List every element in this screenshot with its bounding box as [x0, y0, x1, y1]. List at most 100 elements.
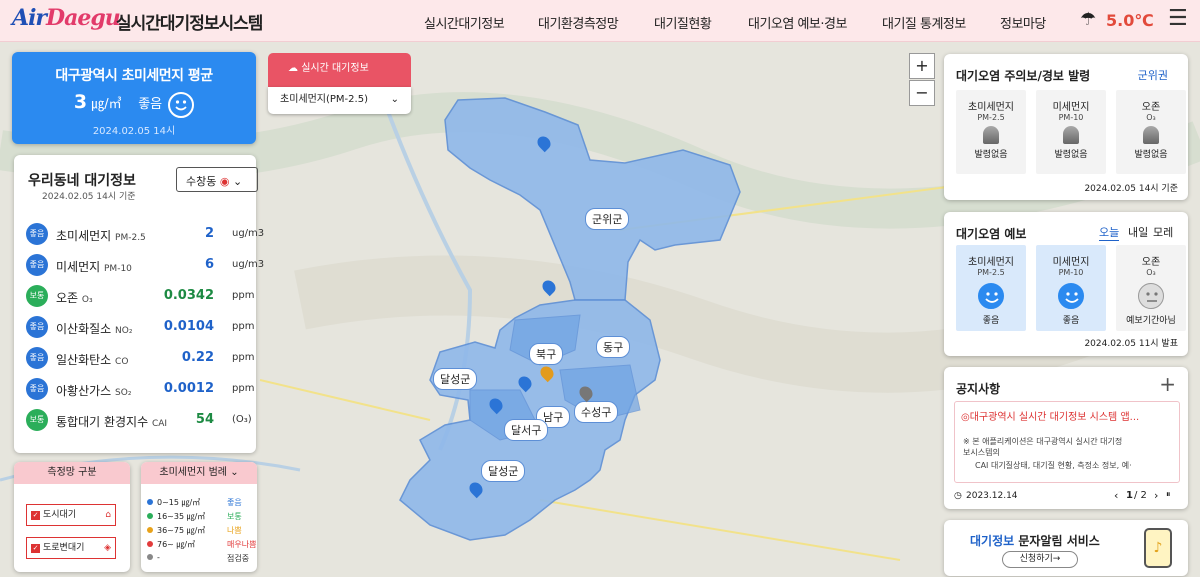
nav-realtime[interactable]: 실시간대기정보 — [424, 13, 505, 32]
legend-dot-icon — [147, 554, 153, 560]
airdaegu-logo[interactable]: AirDaegu — [12, 5, 121, 31]
forecast-card[interactable]: 오존 O₃ 예보기간아님 — [1116, 245, 1186, 331]
subscribe-button[interactable]: 신청하기→ — [1002, 551, 1078, 568]
chevron-down-icon: ⌄ — [230, 467, 239, 478]
alert-title: 대기오염 주의보/경보 발령 — [956, 69, 1091, 83]
network-title: 측정망 구분 — [14, 462, 130, 484]
legend-item: 16~35 ㎍/㎥ 보통 — [147, 511, 242, 522]
notice-date: 2023.12.14 — [966, 491, 1018, 501]
alert-card[interactable]: 미세먼지 PM-10 발령없음 — [1036, 90, 1106, 174]
sms-title: 문자알림 서비스 — [1014, 534, 1100, 548]
legend-item: 36~75 ㎍/㎥ 나쁨 — [147, 525, 242, 536]
sms-panel: 대기정보 문자알림 서비스 신청하기→ ♪ — [944, 520, 1188, 576]
legend-panel: 초미세먼지 범례 ⌄ 0~15 ㎍/㎥ 좋음 16~35 ㎍/㎥ 보통 36~75 ㎍/… — [141, 462, 257, 572]
tab-today[interactable]: 오늘 — [1099, 224, 1120, 241]
add-icon[interactable]: + — [1159, 372, 1176, 396]
district-label[interactable]: 동구 — [596, 336, 631, 358]
chevron-down-icon: ⌄ — [390, 94, 399, 105]
notice-title: 공지사항 — [956, 382, 1001, 396]
hamburger-menu-icon[interactable]: ☰ — [1168, 6, 1188, 31]
city-average-title: 대구광역시 초미세먼지 평균 — [55, 68, 213, 84]
pollutant-value: 0.22 — [181, 350, 214, 365]
district-label[interactable]: 달서구 — [504, 419, 549, 441]
district-label[interactable]: 북구 — [529, 343, 564, 365]
legend-dot-icon — [147, 499, 153, 505]
pollutant-select-value: 초미세먼지(PM-2.5) — [280, 94, 368, 105]
notice-panel: 공지사항 + ◎대구광역시 실시간 대기정보 시스템 앱... ※ 본 애플리케… — [944, 367, 1188, 509]
notice-body: CAI 대기질상태, 대기질 현황, 측정소 정보, 예· — [975, 461, 1132, 470]
dong-select-value: 수창동 — [186, 175, 217, 188]
legend-title[interactable]: 초미세먼지 범례 ⌄ — [141, 462, 257, 484]
legend-dot-icon — [147, 527, 153, 533]
pause-icon[interactable]: ⏸ — [1166, 490, 1171, 500]
cloud-icon: ☁ — [288, 63, 302, 74]
pollutant-row: 보통 통합대기 환경지수 CAI 54 (O₃) — [26, 409, 252, 433]
pollutant-value: 2 — [204, 226, 214, 241]
alert-region[interactable]: 군위권 — [1138, 67, 1168, 83]
tab-day-after[interactable]: 모레 — [1153, 224, 1173, 240]
notice-item[interactable]: ◎대구광역시 실시간 대기정보 시스템 앱... ※ 본 애플리케이션은 대구광… — [954, 401, 1180, 483]
pollutant-name: 오존 O₃ — [56, 291, 93, 305]
location-pin-icon: ◉ — [219, 175, 230, 188]
pollutant-unit: ppm — [232, 383, 255, 394]
city-average-date: 2024.02.05 14시 — [92, 125, 176, 137]
nav-info[interactable]: 정보마당 — [1000, 13, 1046, 32]
next-page-icon[interactable]: › — [1154, 489, 1158, 502]
pollutant-select[interactable]: 초미세먼지(PM-2.5) ⌄ — [268, 87, 411, 114]
legend-dot-icon — [147, 541, 153, 547]
phone-bell-icon: ♪ — [1144, 528, 1172, 568]
alert-card[interactable]: 오존 O₃ 발령없음 — [1116, 90, 1186, 174]
pollutant-name: 아황산가스 SO₂ — [56, 384, 132, 398]
notice-body: 보시스템의 — [963, 448, 1000, 457]
nav-air-quality[interactable]: 대기질현황 — [654, 13, 712, 32]
dong-select[interactable]: 수창동 ◉ ⌄ — [176, 167, 258, 192]
district-label[interactable]: 군위군 — [585, 208, 630, 230]
pollutant-value: 6 — [204, 257, 214, 272]
zoom-in-button[interactable]: + — [909, 53, 935, 79]
pollutant-name: 초미세먼지 PM-2.5 — [56, 229, 146, 243]
realtime-title: 실시간 대기정보 — [301, 63, 369, 74]
district-label[interactable]: 달성군 — [433, 368, 478, 390]
site-title[interactable]: 실시간대기정보시스템 — [116, 9, 263, 34]
siren-icon — [1063, 126, 1079, 144]
page-current: 1 — [1126, 490, 1133, 501]
nav-statistics[interactable]: 대기질 통계정보 — [882, 13, 966, 32]
pollutant-unit: ppm — [232, 352, 255, 363]
city-average-status: 좋음 — [138, 97, 163, 112]
pollutant-unit: ug/m3 — [232, 259, 265, 270]
city-average-value: 3 — [73, 91, 88, 113]
nav-forecast-warning[interactable]: 대기오염 예보·경보 — [748, 13, 847, 32]
forecast-card[interactable]: 초미세먼지 PM-2.5 좋음 — [956, 245, 1026, 331]
pollutant-value: 0.0012 — [163, 381, 214, 396]
city-average-card: 대구광역시 초미세먼지 평균 3 ㎍/㎥ 좋음 2024.02.05 14시 — [12, 52, 256, 144]
district-label[interactable]: 달성군 — [481, 460, 526, 482]
legend-item: - 점검중 — [147, 553, 249, 563]
realtime-header[interactable]: ☁ 실시간 대기정보 — [268, 53, 411, 87]
car-pin-icon: ◈ — [104, 543, 111, 553]
legend-dot-icon — [147, 513, 153, 519]
forecast-card[interactable]: 미세먼지 PM-10 좋음 — [1036, 245, 1106, 331]
sms-title-highlight: 대기정보 — [970, 534, 1015, 548]
smile-face-icon — [1058, 283, 1084, 309]
pollutant-unit: ug/m3 — [232, 228, 265, 239]
header: AirDaegu 실시간대기정보시스템 실시간대기정보 대기환경측정망 대기질현… — [0, 0, 1200, 42]
legend-item: 0~15 ㎍/㎥ 좋음 — [147, 497, 242, 508]
pollutant-value: 0.0342 — [163, 288, 214, 303]
neutral-face-icon — [1138, 283, 1164, 309]
pollutant-name: 미세먼지 PM-10 — [56, 260, 132, 274]
notice-headline: ◎대구광역시 실시간 대기정보 시스템 앱... — [961, 412, 1140, 423]
tab-tomorrow[interactable]: 내일 — [1128, 224, 1148, 240]
zoom-out-button[interactable]: − — [909, 80, 935, 106]
legend-title-text: 초미세먼지 범례 — [159, 467, 227, 478]
nav-monitoring-network[interactable]: 대기환경측정망 — [538, 13, 619, 32]
urban-air-toggle[interactable]: ✓ 도시대기 ⌂ — [26, 504, 116, 526]
pollutant-row: 보통 오존 O₃ 0.0342 ppm — [26, 285, 254, 309]
prev-page-icon[interactable]: ‹ — [1114, 489, 1118, 502]
forecast-panel: 대기오염 예보 오늘 내일 모레 초미세먼지 PM-2.5 좋음 미세먼지 PM-10… — [944, 212, 1188, 356]
roadside-air-toggle[interactable]: ✓ 도로변대기 ◈ — [26, 537, 116, 559]
network-panel: 측정망 구분 ✓ 도시대기 ⌂ ✓ 도로변대기 ◈ — [14, 462, 130, 572]
pollutant-row: 좋음 초미세먼지 PM-2.5 2 ug/m3 — [26, 223, 264, 247]
district-label[interactable]: 수성구 — [574, 401, 619, 423]
roadside-air-label: 도로변대기 — [43, 543, 85, 553]
alert-card[interactable]: 초미세먼지 PM-2.5 발령없음 — [956, 90, 1026, 174]
